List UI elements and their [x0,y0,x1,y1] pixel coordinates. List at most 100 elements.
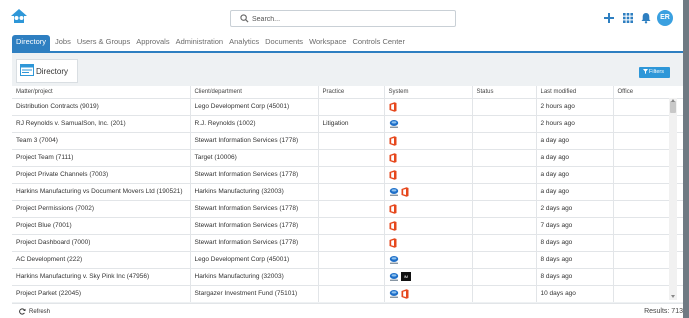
cell-practice [318,199,385,217]
cell-status [472,114,537,132]
cell-status [472,267,537,285]
cell-matter: Harkins Manufacturing vs Document Movers… [12,182,191,200]
office-icon [401,288,408,299]
cell-client: Harkins Manufacturing (32003) [190,267,319,285]
cell-modified: 8 days ago [536,267,614,285]
cell-practice [318,131,385,149]
table-row[interactable]: AC Development (222) Lego Development Cor… [12,250,683,268]
search-input[interactable] [252,13,442,25]
cell-status [472,233,537,251]
table-row[interactable]: Project Permissions (7002) Stewart Inform… [12,199,683,217]
cell-system [384,148,473,166]
cell-client: Stewart Information Services (1778) [190,233,319,251]
netdocs-icon [389,255,398,264]
tab-jobs[interactable]: Jobs [52,35,74,51]
tab-analytics[interactable]: Analytics [226,35,262,51]
column-header-system[interactable]: System [384,86,473,98]
cell-practice [318,182,385,200]
cell-system: iM [384,267,473,285]
column-header-status[interactable]: Status [472,86,537,98]
cell-system [384,97,473,115]
cell-system [384,250,473,268]
table-footer: Refresh Results: 713 [12,303,683,318]
cell-matter: Team 3 (7004) [12,131,191,149]
tab-controls-center[interactable]: Controls Center [349,35,408,51]
filters-button[interactable]: Filters [639,67,670,78]
table-row[interactable]: Project Private Channels (7003) Stewart I… [12,165,683,183]
scroll-up-arrow-icon[interactable] [671,99,675,102]
tab-administration[interactable]: Administration [173,35,227,51]
cell-practice [318,97,385,115]
cell-matter: Project Dashboard (7000) [12,233,191,251]
table-row[interactable]: Harkins Manufacturing v. Sky Pink Inc (4… [12,267,683,285]
cell-practice [318,284,385,302]
tab-workspace[interactable]: Workspace [306,35,349,51]
cell-system [384,233,473,251]
cell-modified: a day ago [536,148,614,166]
office-icon [389,169,396,180]
cell-practice [318,233,385,251]
avatar[interactable]: ER [657,10,673,26]
cell-client: R.J. Reynolds (1002) [190,114,319,132]
app-logo-icon[interactable] [10,8,28,24]
column-header-matter[interactable]: Matter/project [12,86,191,98]
cell-matter: AC Development (222) [12,250,191,268]
table-row[interactable]: RJ Reynolds v. SamualSon, Inc. (201) R.J.… [12,114,683,132]
column-header-client[interactable]: Client/department [190,86,319,98]
column-header-practice[interactable]: Practice [318,86,385,98]
cell-modified: 7 days ago [536,216,614,234]
imanage-icon: iM [400,272,411,281]
table-row[interactable]: Distribution Contracts (9019) Lego Develo… [12,97,683,115]
directory-table: Matter/project Client/department Practic… [12,86,683,302]
cell-client: Stewart Information Services (1778) [190,216,319,234]
cell-practice [318,267,385,285]
top-bar: ER [0,0,683,34]
directory-title: Directory [36,67,69,76]
table-row[interactable]: Harkins Manufacturing vs Document Movers… [12,182,683,200]
cell-client: Stewart Information Services (1778) [190,165,319,183]
refresh-icon [19,308,26,315]
cell-matter: Project Blue (7001) [12,216,191,234]
scroll-down-arrow-icon[interactable] [671,295,675,298]
cell-practice [318,165,385,183]
cell-status [472,182,537,200]
tab-documents[interactable]: Documents [262,35,306,51]
tab-users-groups[interactable]: Users & Groups [74,35,133,51]
office-icon [389,135,396,146]
refresh-button[interactable]: Refresh [19,308,50,315]
cell-practice [318,216,385,234]
tab-approvals[interactable]: Approvals [133,35,172,51]
table-row[interactable]: Project Dashboard (7000) Stewart Informat… [12,233,683,251]
tab-directory[interactable]: Directory [12,35,51,51]
table-body: Distribution Contracts (9019) Lego Develo… [12,97,683,302]
column-header-last-modified[interactable]: Last modified [536,86,614,98]
cell-matter: Project Private Channels (7003) [12,165,191,183]
cell-modified: 2 days ago [536,199,614,217]
svg-text:iM: iM [403,274,407,279]
table-row[interactable]: Project Blue (7001) Stewart Information S… [12,216,683,234]
cell-practice [318,250,385,268]
table-row[interactable]: Team 3 (7004) Stewart Information Service… [12,131,683,149]
netdocs-icon [389,272,398,281]
office-icon [389,220,396,231]
cell-matter: Distribution Contracts (9019) [12,97,191,115]
cell-system [384,131,473,149]
refresh-label: Refresh [29,309,51,316]
cell-system [384,216,473,234]
cell-status [472,216,537,234]
table-row[interactable]: Project Parket (22045) Stargazer Investme… [12,284,683,302]
column-header-office[interactable]: Office [613,86,683,98]
scrollbar-thumb[interactable] [670,101,676,113]
cell-client: Harkins Manufacturing (32003) [190,182,319,200]
cell-matter: Project Permissions (7002) [12,199,191,217]
bell-icon[interactable] [640,12,652,24]
plus-icon[interactable] [603,12,615,24]
cell-client: Stewart Information Services (1778) [190,131,319,149]
table-row[interactable]: Project Team (7111) Target (10006) a day a… [12,148,683,166]
apps-grid-icon[interactable] [622,12,634,24]
table-scrollbar[interactable] [669,98,677,300]
netdocs-icon [389,119,398,128]
search-box[interactable] [230,10,456,27]
cell-status [472,148,537,166]
cell-system [384,114,473,132]
